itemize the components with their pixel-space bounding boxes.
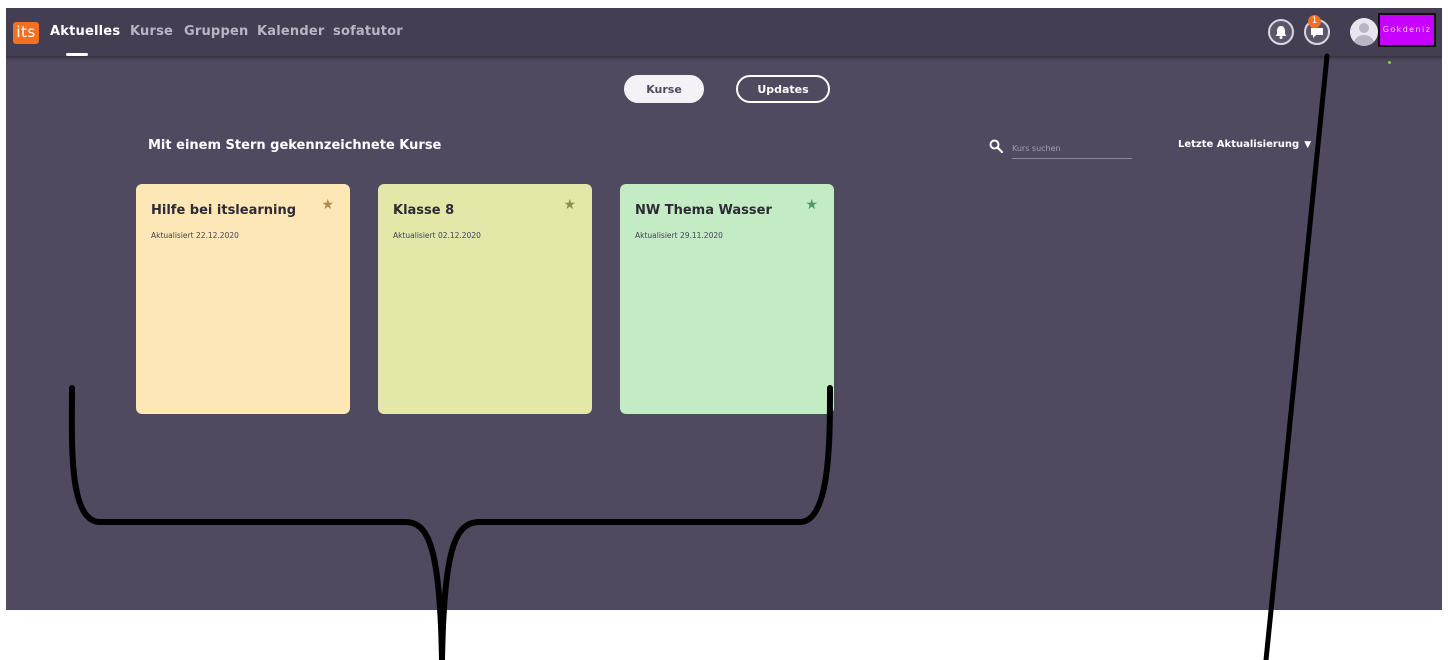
pointer-line-annotation [1263,53,1330,660]
curly-brace-annotation [68,385,833,660]
annotation-overlay [68,53,1330,660]
